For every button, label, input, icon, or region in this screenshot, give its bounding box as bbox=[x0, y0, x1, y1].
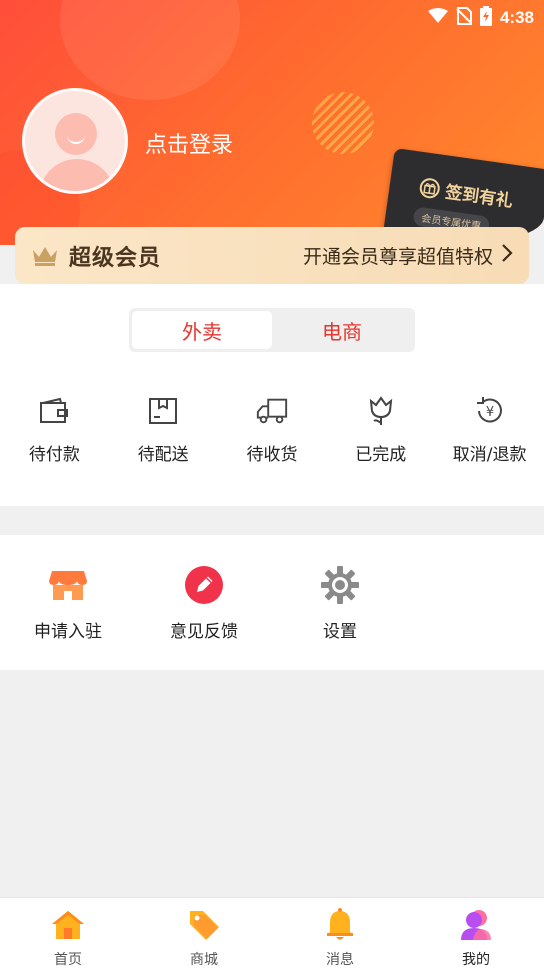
profile-header: 4:38 点击登录 签到有礼 会员专属优惠 bbox=[0, 0, 544, 245]
wifi-icon bbox=[427, 8, 448, 28]
nav-home[interactable]: 首页 bbox=[0, 898, 136, 974]
tab-takeout[interactable]: 外卖 bbox=[132, 311, 272, 349]
service-label: 设置 bbox=[323, 622, 357, 642]
status-bar: 4:38 bbox=[427, 6, 534, 30]
orders-card: 外卖 电商 待付款 待配送 待收货 已完成 ¥ 取消/退款 bbox=[0, 284, 544, 506]
order-cancel-refund[interactable]: ¥ 取消/退款 bbox=[435, 394, 544, 465]
settings[interactable]: 设置 bbox=[272, 565, 408, 642]
bell-icon bbox=[322, 907, 358, 943]
clock: 4:38 bbox=[499, 8, 534, 27]
chevron-right-icon bbox=[501, 243, 513, 268]
sign-card-title-text: 签到有礼 bbox=[443, 182, 515, 212]
gift-icon bbox=[418, 176, 442, 200]
user-icon bbox=[458, 907, 494, 943]
decor-circle bbox=[60, 0, 240, 100]
order-pending-receipt[interactable]: 待收货 bbox=[218, 394, 327, 465]
home-icon bbox=[50, 907, 86, 943]
avatar-head bbox=[55, 113, 97, 155]
order-type-tabs: 外卖 电商 bbox=[129, 308, 415, 352]
order-completed[interactable]: 已完成 bbox=[326, 394, 435, 465]
truck-icon bbox=[255, 394, 289, 428]
services-row: 申请入驻 意见反馈 设置 bbox=[0, 565, 408, 642]
nav-label: 首页 bbox=[54, 952, 82, 968]
tab-ecommerce[interactable]: 电商 bbox=[272, 311, 412, 349]
nav-label: 消息 bbox=[326, 952, 354, 968]
avatar-body bbox=[39, 159, 115, 191]
pencil-icon bbox=[184, 565, 224, 605]
apply-merchant[interactable]: 申请入驻 bbox=[0, 565, 136, 642]
nav-label: 我的 bbox=[462, 952, 490, 968]
avatar[interactable] bbox=[22, 88, 128, 194]
gear-icon bbox=[320, 565, 360, 605]
nav-label: 商城 bbox=[190, 952, 218, 968]
vip-description: 开通会员尊享超值特权 bbox=[302, 246, 493, 268]
refund-icon: ¥ bbox=[473, 394, 507, 428]
nav-mine[interactable]: 我的 bbox=[408, 898, 544, 974]
flower-icon bbox=[364, 394, 398, 428]
feedback[interactable]: 意见反馈 bbox=[136, 565, 272, 642]
order-label: 取消/退款 bbox=[452, 445, 527, 465]
tag-icon bbox=[186, 907, 222, 943]
order-label: 待收货 bbox=[246, 445, 298, 465]
sign-card-title: 签到有礼 bbox=[418, 174, 515, 212]
order-label: 待付款 bbox=[28, 445, 80, 465]
vip-banner[interactable]: 超级会员 开通会员尊享超值特权 bbox=[15, 227, 529, 284]
service-label: 申请入驻 bbox=[34, 622, 102, 642]
svg-text:¥: ¥ bbox=[485, 405, 493, 420]
shop-icon bbox=[48, 565, 88, 605]
decor-striped-circle bbox=[312, 92, 374, 154]
package-icon bbox=[146, 394, 180, 428]
order-label: 待配送 bbox=[137, 445, 189, 465]
wallet-icon bbox=[37, 394, 71, 428]
crown-icon bbox=[31, 245, 59, 267]
nav-mall[interactable]: 商城 bbox=[136, 898, 272, 974]
nav-messages[interactable]: 消息 bbox=[272, 898, 408, 974]
services-card: 申请入驻 意见反馈 设置 bbox=[0, 535, 544, 670]
login-link[interactable]: 点击登录 bbox=[145, 127, 233, 159]
order-pending-delivery[interactable]: 待配送 bbox=[109, 394, 218, 465]
service-label: 意见反馈 bbox=[170, 622, 238, 642]
bottom-navigation: 首页 商城 消息 我的 bbox=[0, 897, 544, 974]
order-pending-payment[interactable]: 待付款 bbox=[0, 394, 109, 465]
no-sim-icon bbox=[456, 7, 472, 29]
battery-icon bbox=[479, 6, 492, 30]
order-status-row: 待付款 待配送 待收货 已完成 ¥ 取消/退款 bbox=[0, 394, 544, 465]
vip-title: 超级会员 bbox=[69, 245, 162, 271]
order-label: 已完成 bbox=[355, 445, 407, 465]
